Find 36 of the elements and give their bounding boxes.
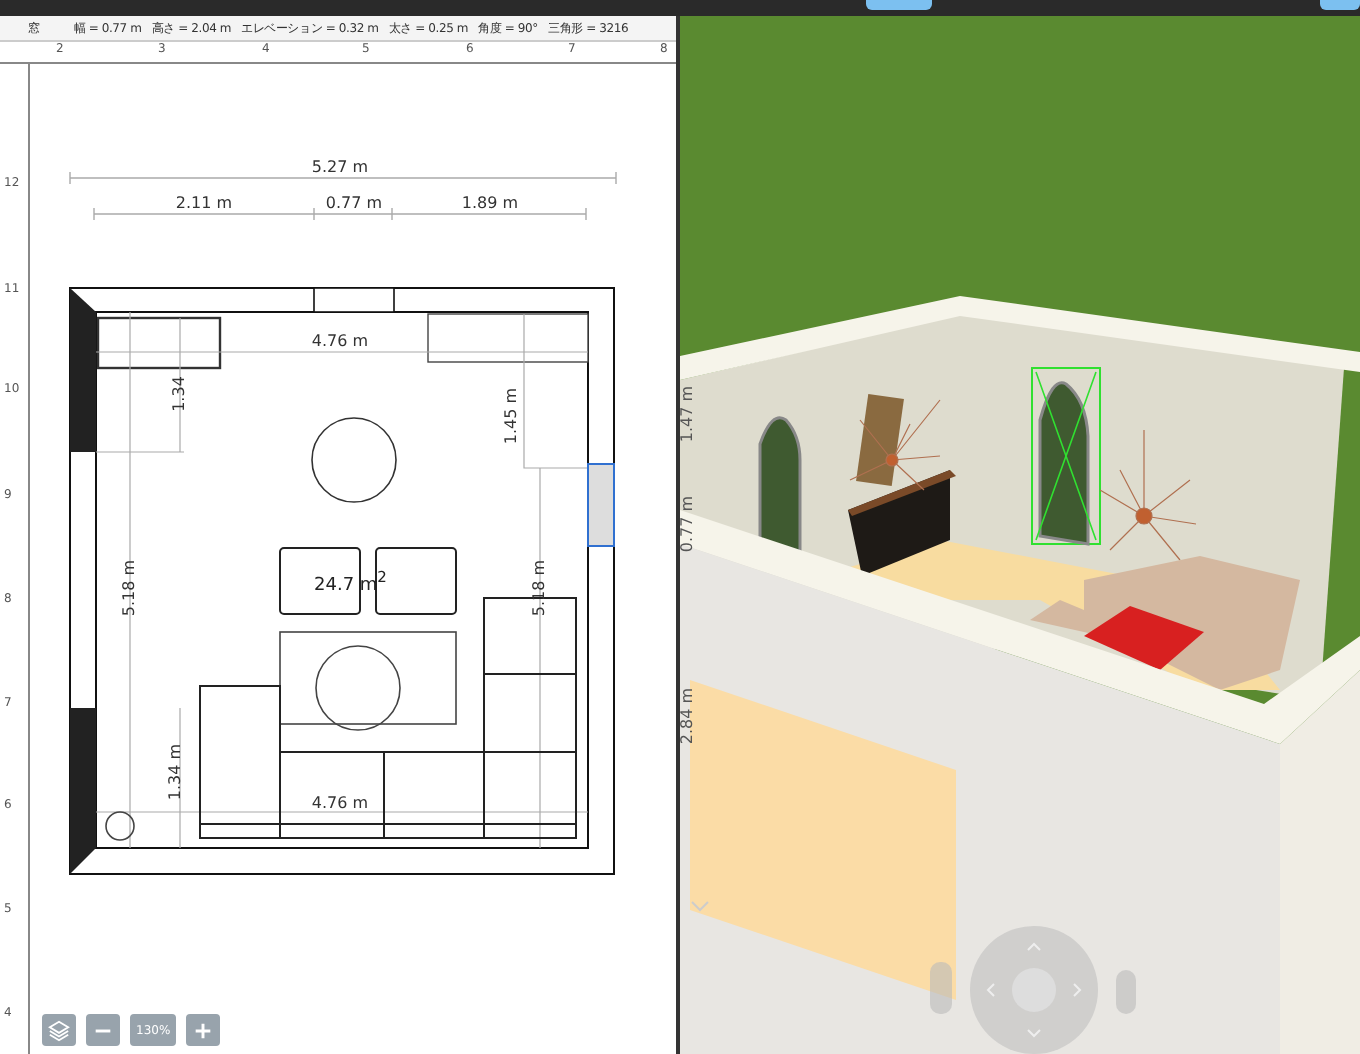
shelf [96,316,222,370]
dimension-label: 5.18 m [530,559,548,617]
toolbar-button[interactable] [1320,0,1360,10]
dimension-label: 2.84 m [680,687,696,745]
dimension-label: 1.45 m [502,387,520,445]
dimension-label: 5.18 m [120,559,138,617]
dimension-label: 1.47 m [680,385,696,443]
toolbar-button[interactable] [866,0,932,10]
dimension-label: 0.77 m [325,194,383,212]
round-table [311,417,397,503]
dimension-label: 1.34 m [166,743,184,801]
dimension-label: 4.76 m [311,794,369,812]
floor-lamp [105,811,135,841]
dimension-label: 5.27 m [311,158,369,176]
chair [279,547,361,615]
dimension-label: 1.34 [170,376,188,412]
layers-icon [48,1019,70,1041]
chair [375,547,457,615]
dimension-label: 0.77 m [680,495,696,553]
dimension-label: 2.11 m [175,194,233,212]
rug [1084,606,1204,670]
zoom-in-button[interactable] [186,1014,221,1046]
plus-icon [192,1019,215,1041]
window [313,287,395,313]
dresser [848,470,956,576]
zoom-out-button[interactable] [86,1014,120,1046]
wall-mirror [856,393,904,487]
chandelier [849,399,941,491]
layers-button[interactable] [42,1014,76,1046]
dimension-label: 4.76 m [311,332,369,350]
pill-button[interactable] [1116,970,1136,1014]
arched-window[interactable] [1031,367,1101,546]
pill-button[interactable] [930,962,952,1014]
chandelier [1099,429,1197,561]
dimension-label: 1.89 m [461,194,519,212]
selected-window[interactable] [587,463,615,547]
